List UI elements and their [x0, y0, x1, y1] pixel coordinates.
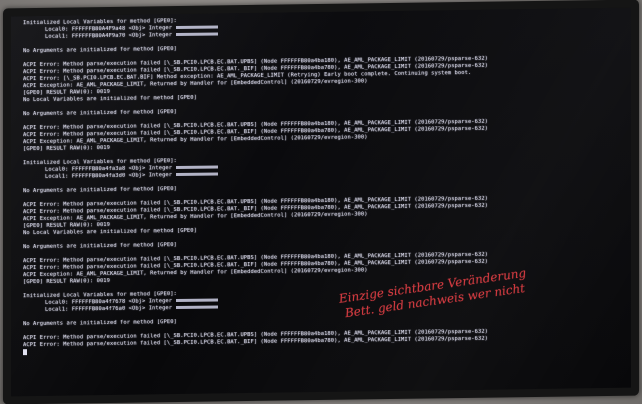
text-cursor: [23, 349, 27, 356]
console-line-text: Local1: FFFFFFB80A4F9a70 <Obj> Integer: [45, 32, 173, 40]
console-line-text: No Local Variables are initialized for m…: [23, 94, 197, 104]
console-line-text: No Arguments are initialized for method …: [23, 109, 177, 118]
redacted-value-bar: [176, 172, 219, 177]
redacted-value-bar: [176, 305, 219, 310]
console-line-text: Local1: FFFFFFB80a4f76a0 <Obj> Integer: [45, 305, 173, 313]
console-line-text: [GPE0] RESULT RAW(0): 0019: [23, 221, 110, 230]
monitor-screen: Initialized Local Variables for method […: [11, 7, 631, 397]
redacted-value-bar: [176, 25, 219, 30]
redacted-value-bar: [176, 165, 219, 170]
console-line-text: [GPE0] RESULT RAW(0): 0019: [23, 277, 110, 286]
console-line-text: No Arguments are initialized for method …: [23, 242, 177, 251]
console-line-text: No Arguments are initialized for method …: [23, 319, 177, 328]
console-line-text: No Arguments are initialized for method …: [23, 186, 177, 195]
console-line-text: No Arguments are initialized for method …: [23, 46, 177, 55]
console-line-text: [GPE0] RESULT RAW(0): 0019: [23, 144, 110, 153]
redacted-value-bar: [176, 32, 219, 37]
console-line-text: Local1: FFFFFFB80a4fa3d0 <Obj> Integer: [45, 172, 173, 180]
boot-console-log: Initialized Local Variables for method […: [23, 12, 623, 356]
console-line-text: No Local Variables are initialized for m…: [23, 227, 197, 237]
console-line-text: [GPE0] RESULT RAW(0): 0019: [23, 88, 110, 97]
redacted-value-bar: [176, 298, 219, 303]
